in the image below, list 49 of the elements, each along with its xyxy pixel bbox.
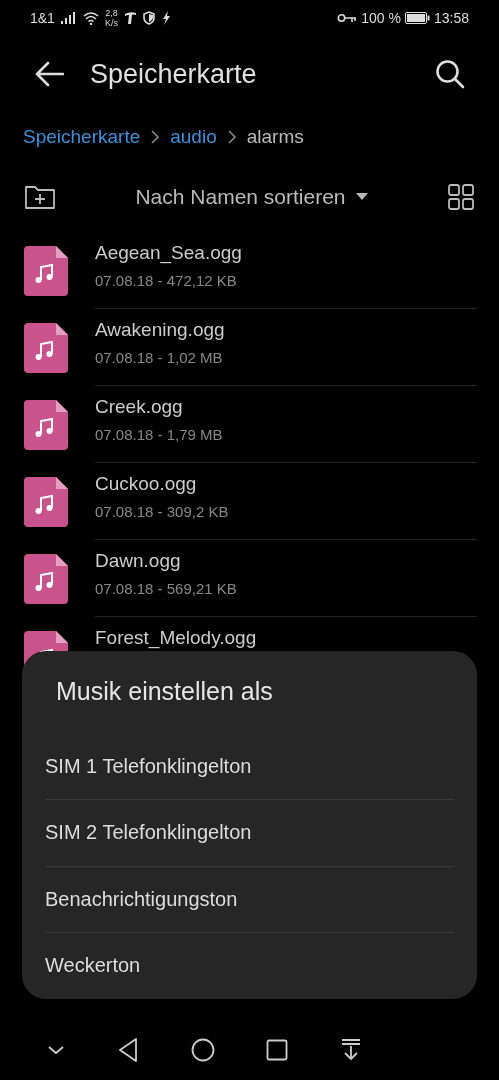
menu-option[interactable]: Benachrichtigungston: [45, 866, 454, 933]
menu-option[interactable]: SIM 2 Telefonklingelton: [45, 800, 454, 867]
signal-icon: [60, 12, 77, 24]
file-name[interactable]: Aegean_Sea.ogg: [95, 242, 477, 264]
menu-option[interactable]: SIM 1 Telefonklingelton: [45, 734, 454, 801]
chevron-icon: [150, 129, 161, 145]
caret-icon: [355, 193, 368, 201]
clock: 13:58: [433, 10, 469, 26]
file-details: 07.08.18 - 472,12 KB: [95, 272, 238, 289]
sort-dropdown[interactable]: Nach Namen sortieren: [135, 181, 368, 213]
music-file-icon: [24, 322, 68, 373]
chevron-icon: [226, 129, 237, 145]
file-name[interactable]: Dawn.ogg: [95, 550, 477, 572]
battery-icon: [404, 12, 430, 24]
battery-percent: 100 %: [361, 10, 401, 26]
file-name[interactable]: Creek.ogg: [95, 396, 477, 418]
music-file-icon: [24, 476, 68, 527]
speed-unit: K/s: [104, 18, 118, 28]
music-file-icon: [24, 399, 68, 450]
file-name[interactable]: Forest_Melody.ogg: [95, 627, 477, 649]
music-file-icon: [24, 553, 68, 604]
file-name[interactable]: Cuckoo.ogg: [95, 473, 477, 495]
new-folder-icon[interactable]: [24, 184, 56, 210]
breadcrumb-link[interactable]: alarms: [246, 126, 304, 148]
speed-value: 2,8: [105, 8, 118, 18]
breadcrumb-link[interactable]: audio: [170, 126, 217, 148]
shield-icon: [142, 11, 155, 25]
file-details: 07.08.18 - 569,21 KB: [95, 580, 238, 597]
file-details: 07.08.18 - 309,2 KB: [95, 503, 230, 520]
file-details: 07.08.18 - 1,02 MB: [95, 349, 224, 366]
music-file-icon: [24, 245, 68, 296]
bolt-icon: [160, 11, 171, 25]
search-icon[interactable]: [435, 59, 465, 89]
back-icon[interactable]: [34, 61, 64, 87]
menu-option[interactable]: Weckerton: [45, 932, 454, 999]
breadcrumb-link[interactable]: Speicherkarte: [23, 126, 141, 148]
home-icon[interactable]: [190, 1038, 215, 1062]
grid-view-icon[interactable]: [447, 183, 475, 211]
wifi-icon: [82, 11, 99, 25]
screen-title: Speicherkarte: [90, 58, 258, 90]
file-details: 07.08.18 - 1,79 MB: [95, 426, 224, 443]
sheet-title: Musik einstellen als: [55, 676, 274, 707]
file-name[interactable]: Awakening.ogg: [95, 319, 477, 341]
recents-icon[interactable]: [266, 1039, 289, 1061]
key-icon: [337, 13, 358, 23]
back-nav-icon[interactable]: [117, 1037, 140, 1063]
t-logo-icon: [123, 11, 137, 25]
notification-pull-icon[interactable]: [339, 1038, 362, 1062]
carrier-name: 1&1: [30, 10, 55, 26]
